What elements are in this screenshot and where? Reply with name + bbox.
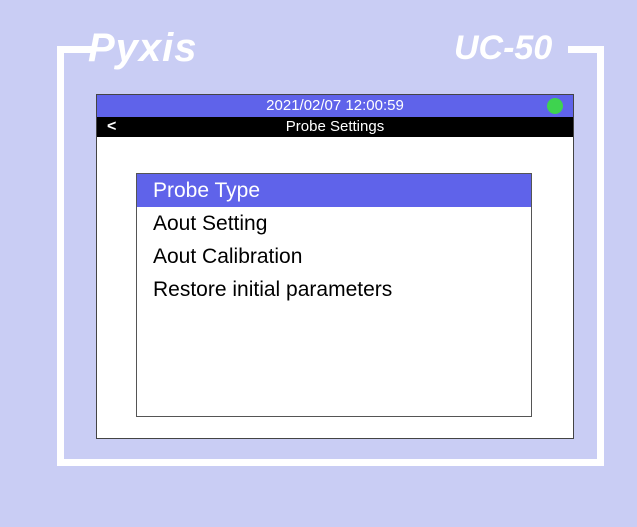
menu-item-aout-setting[interactable]: Aout Setting [137,207,531,240]
model-name: UC-50 [454,29,553,67]
menu-item-probe-type[interactable]: Probe Type [137,174,531,207]
status-bar: 2021/02/07 12:00:59 [97,95,573,117]
device-screen: 2021/02/07 12:00:59 Probe Settings < Pro… [96,94,574,439]
status-indicator-icon [547,98,563,114]
page-title: Probe Settings [285,118,385,135]
back-button[interactable]: < [107,117,116,137]
brand-logo: Pyxis [88,26,198,70]
menu-item-restore-initial-parameters[interactable]: Restore initial parameters [137,273,531,306]
menu-item-aout-calibration[interactable]: Aout Calibration [137,240,531,273]
title-bar: Probe Settings < [97,117,573,137]
datetime-display: 2021/02/07 12:00:59 [266,97,404,114]
menu-list: Probe Type Aout Setting Aout Calibration… [136,173,532,417]
device-frame-top-right [568,46,604,53]
